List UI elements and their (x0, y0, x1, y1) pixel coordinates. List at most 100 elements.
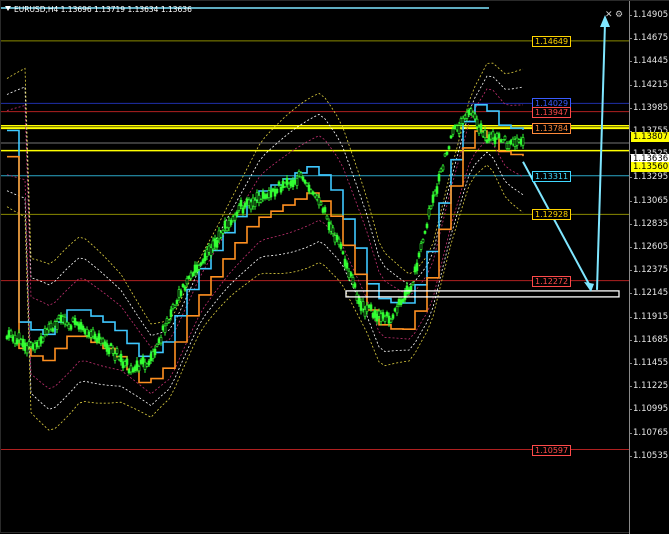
candle-body (185, 278, 189, 285)
candle-body (81, 325, 85, 331)
candle-body (247, 199, 251, 206)
candle-body (109, 343, 113, 346)
candle-body (15, 339, 19, 345)
candle-body (211, 240, 215, 250)
candle-body (155, 343, 159, 347)
price-badge-low: 1.13560 (631, 162, 669, 172)
candle-body (435, 186, 439, 194)
price-tick: 1.12375 (628, 265, 669, 276)
symbol-quote-text: EURUSD,H4 1.13696 1.13719 1.13634 1.1363… (14, 5, 192, 14)
candle-body (339, 243, 343, 249)
level-label: 1.13784 (532, 123, 572, 135)
candle-body (207, 245, 211, 253)
candle-body (395, 306, 399, 314)
candle-body (221, 230, 225, 234)
candle-body (241, 207, 245, 214)
candle-body (243, 203, 247, 208)
candle-body (45, 329, 49, 335)
candle-body (115, 348, 119, 354)
candle-body (105, 343, 109, 352)
candle-body (303, 180, 307, 184)
candle-body (157, 338, 161, 344)
candle-body (189, 272, 193, 279)
gear-icon[interactable]: ⚙ (615, 11, 624, 20)
candle-body (423, 231, 427, 234)
candle-body (431, 194, 435, 203)
candle-body (193, 264, 197, 273)
candle-body (99, 338, 103, 345)
candle-body (219, 232, 223, 238)
candle-body (299, 172, 303, 178)
candle-body (421, 239, 425, 243)
candle-body (195, 264, 199, 273)
upper-channel-line (7, 104, 524, 358)
candle-body (89, 331, 93, 338)
candle-body (139, 359, 143, 364)
price-tick: 1.10995 (628, 404, 669, 415)
candle-body (75, 321, 79, 326)
candle-body (65, 321, 69, 326)
candle-body (145, 363, 149, 367)
candle-body (95, 337, 99, 343)
candle-body (449, 135, 453, 139)
price-tick: 1.10535 (628, 450, 669, 461)
level-label: 1.12272 (532, 275, 572, 287)
candle-body (153, 348, 157, 356)
candle-body (223, 220, 227, 229)
candle-body (245, 198, 249, 204)
candle-body (409, 285, 413, 291)
price-tick: 1.11455 (628, 358, 669, 368)
candle-body (239, 199, 243, 207)
candle-body (175, 300, 179, 305)
candle-body (249, 201, 253, 210)
candle-body (5, 335, 9, 340)
chart-window[interactable]: EURUSD,H4 1.13696 1.13719 1.13634 1.1363… (0, 0, 669, 534)
candle-body (9, 330, 13, 336)
candle-body (187, 276, 191, 279)
candle-body (353, 283, 357, 288)
candle-body (345, 262, 349, 269)
candle-body (253, 200, 257, 207)
candle-body (17, 332, 21, 341)
candle-body (323, 207, 327, 213)
support-zone-box (345, 290, 620, 298)
candle-body (93, 333, 97, 340)
candle-body (389, 318, 393, 323)
candle-body (199, 262, 203, 266)
collapse-triangle-icon[interactable] (5, 6, 11, 11)
candle-body (209, 247, 213, 256)
price-tick: 1.13985 (628, 102, 669, 113)
candle-body (205, 249, 209, 257)
symbol-header: EURUSD,H4 1.13696 1.13719 1.13634 1.1363… (5, 5, 192, 14)
candle-body (319, 201, 323, 205)
candle-body (143, 361, 147, 370)
candle-body (415, 262, 419, 271)
candle-body (419, 243, 423, 250)
candle-body (521, 137, 525, 146)
candle-body (237, 205, 241, 211)
candle-body (461, 117, 465, 124)
candle-body (229, 220, 233, 225)
candle-body (285, 177, 289, 185)
candle-body (69, 325, 73, 330)
candle-body (277, 181, 281, 186)
price-tick: 1.12145 (628, 288, 669, 299)
price-tick: 1.11915 (628, 311, 669, 322)
candle-body (161, 325, 165, 331)
price-badge-high: 1.13807 (631, 132, 669, 142)
candle-body (197, 265, 201, 270)
close-icon[interactable]: ✕ (605, 11, 614, 20)
price-axis[interactable]: 1.14905 1.14675 1.14445 1.14215 1.13985 1.137… (628, 1, 669, 534)
candle-body (203, 253, 207, 262)
price-tick: 1.14215 (628, 79, 669, 90)
candle-body (235, 211, 239, 216)
candle-body (191, 272, 195, 276)
candle-body (13, 334, 17, 344)
candle-body (417, 252, 421, 258)
level-label: 1.13947 (532, 106, 572, 118)
candle-body (501, 139, 505, 143)
candle-body (107, 347, 111, 355)
candle-body (233, 214, 237, 221)
candle-body (179, 290, 183, 296)
candle-body (87, 331, 91, 337)
